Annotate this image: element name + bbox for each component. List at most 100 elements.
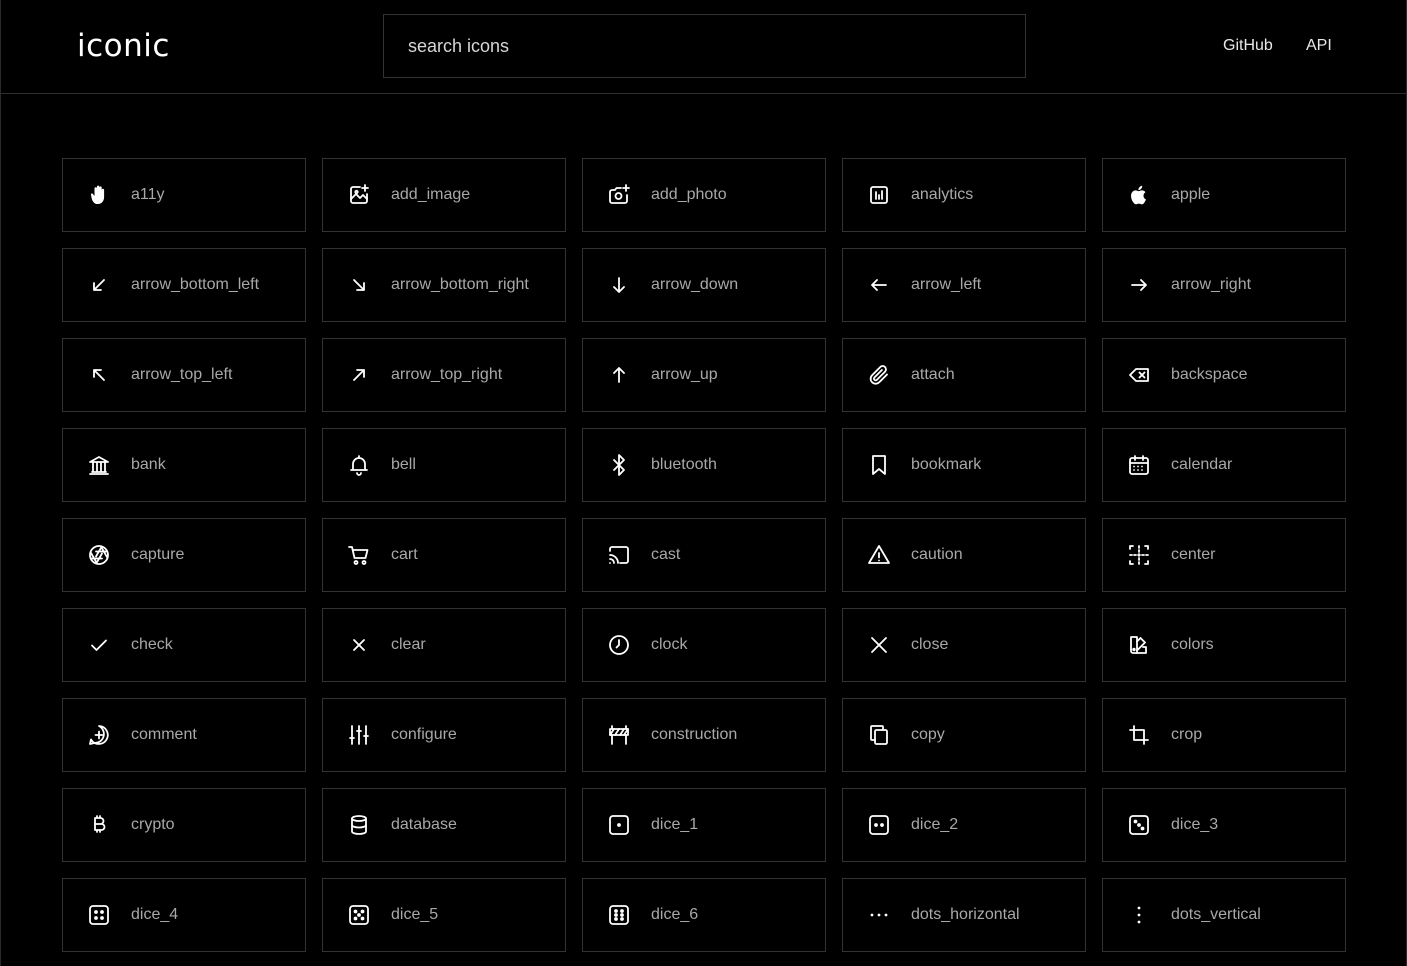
icon-card-add-image[interactable]: add_image (322, 158, 566, 232)
warning-triangle-icon (867, 543, 891, 567)
dice-2-icon (867, 813, 891, 837)
icon-card-cart[interactable]: cart (322, 518, 566, 592)
sliders-icon (347, 723, 371, 747)
clock-icon (607, 633, 631, 657)
check-icon (87, 633, 111, 657)
apple-icon (1127, 183, 1151, 207)
icon-card-arrow-bottom-left[interactable]: arrow_bottom_left (62, 248, 306, 322)
center-icon (1127, 543, 1151, 567)
analytics-icon (867, 183, 891, 207)
icon-card-label: dots_horizontal (911, 906, 1020, 923)
icon-card-center[interactable]: center (1102, 518, 1346, 592)
icon-card-comment[interactable]: comment (62, 698, 306, 772)
icon-card-dots-horizontal[interactable]: dots_horizontal (842, 878, 1086, 952)
icon-card-label: caution (911, 546, 963, 563)
nav-link-github[interactable]: GitHub (1223, 36, 1273, 56)
icon-card-construction[interactable]: construction (582, 698, 826, 772)
icon-card-backspace[interactable]: backspace (1102, 338, 1346, 412)
barrier-icon (607, 723, 631, 747)
icon-card-clear[interactable]: clear (322, 608, 566, 682)
clear-x-icon (347, 633, 371, 657)
icon-card-dice-6[interactable]: dice_6 (582, 878, 826, 952)
icon-card-bluetooth[interactable]: bluetooth (582, 428, 826, 502)
icon-card-bookmark[interactable]: bookmark (842, 428, 1086, 502)
icon-card-dice-1[interactable]: dice_1 (582, 788, 826, 862)
close-x-icon (867, 633, 891, 657)
hand-icon (87, 183, 111, 207)
add-photo-icon (607, 183, 631, 207)
copy-icon (867, 723, 891, 747)
icon-card-label: attach (911, 366, 955, 383)
arrow-right-icon (1127, 273, 1151, 297)
icon-card-attach[interactable]: attach (842, 338, 1086, 412)
aperture-icon (87, 543, 111, 567)
icon-card-caution[interactable]: caution (842, 518, 1086, 592)
icon-card-label: check (131, 636, 173, 653)
icon-card-bank[interactable]: bank (62, 428, 306, 502)
bell-icon (347, 453, 371, 477)
icon-card-label: arrow_down (651, 276, 739, 293)
icon-card-label: arrow_bottom_left (131, 276, 260, 293)
icon-card-arrow-up[interactable]: arrow_up (582, 338, 826, 412)
icon-card-label: crop (1171, 726, 1203, 743)
paperclip-icon (867, 363, 891, 387)
icon-card-cast[interactable]: cast (582, 518, 826, 592)
icon-card-add-photo[interactable]: add_photo (582, 158, 826, 232)
dots-horizontal-icon (867, 903, 891, 927)
icon-card-label: bookmark (911, 456, 982, 473)
icon-card-colors[interactable]: colors (1102, 608, 1346, 682)
icon-card-analytics[interactable]: analytics (842, 158, 1086, 232)
icon-card-database[interactable]: database (322, 788, 566, 862)
icon-card-arrow-top-right[interactable]: arrow_top_right (322, 338, 566, 412)
icon-card-crop[interactable]: crop (1102, 698, 1346, 772)
icon-card-clock[interactable]: clock (582, 608, 826, 682)
icon-card-label: apple (1171, 186, 1211, 203)
icon-card-a11y[interactable]: a11y (62, 158, 306, 232)
icon-card-crypto[interactable]: crypto (62, 788, 306, 862)
logo[interactable]: iconic (77, 27, 170, 65)
arrow-down-icon (607, 273, 631, 297)
nav-link-api[interactable]: API (1306, 36, 1332, 56)
icon-card-bell[interactable]: bell (322, 428, 566, 502)
icon-card-label: add_image (391, 186, 471, 203)
calendar-icon (1127, 453, 1151, 477)
icon-grid: a11y add_image add_photo analytics apple arro… (62, 158, 1346, 952)
icon-card-capture[interactable]: capture (62, 518, 306, 592)
icon-card-label: cart (391, 546, 418, 563)
icon-card-dice-3[interactable]: dice_3 (1102, 788, 1346, 862)
icon-card-close[interactable]: close (842, 608, 1086, 682)
icon-card-label: clear (391, 636, 426, 653)
icon-card-arrow-left[interactable]: arrow_left (842, 248, 1086, 322)
bluetooth-icon (607, 453, 631, 477)
icon-card-copy[interactable]: copy (842, 698, 1086, 772)
search-input[interactable] (383, 14, 1026, 78)
backspace-icon (1127, 363, 1151, 387)
dice-6-icon (607, 903, 631, 927)
icon-card-dots-vertical[interactable]: dots_vertical (1102, 878, 1346, 952)
icon-card-dice-4[interactable]: dice_4 (62, 878, 306, 952)
icon-card-label: center (1171, 546, 1216, 563)
icon-card-check[interactable]: check (62, 608, 306, 682)
icon-card-arrow-top-left[interactable]: arrow_top_left (62, 338, 306, 412)
icon-card-arrow-down[interactable]: arrow_down (582, 248, 826, 322)
icon-card-apple[interactable]: apple (1102, 158, 1346, 232)
database-icon (347, 813, 371, 837)
icon-card-calendar[interactable]: calendar (1102, 428, 1346, 502)
icon-card-label: colors (1171, 636, 1214, 653)
icon-card-label: arrow_up (651, 366, 718, 383)
arrow-bottom-right-icon (347, 273, 371, 297)
icon-card-arrow-bottom-right[interactable]: arrow_bottom_right (322, 248, 566, 322)
icon-card-dice-5[interactable]: dice_5 (322, 878, 566, 952)
page: iconic GitHub API a11y add_image add_photo… (0, 0, 1407, 966)
icon-card-arrow-right[interactable]: arrow_right (1102, 248, 1346, 322)
icon-card-label: dice_6 (651, 906, 699, 923)
icon-card-label: dice_2 (911, 816, 959, 833)
bitcoin-icon (87, 813, 111, 837)
icon-card-label: dice_4 (131, 906, 179, 923)
comment-plus-icon (87, 723, 111, 747)
icon-card-label: cast (651, 546, 681, 563)
icon-card-dice-2[interactable]: dice_2 (842, 788, 1086, 862)
icon-card-label: dots_vertical (1171, 906, 1261, 923)
icon-card-label: arrow_left (911, 276, 982, 293)
icon-card-configure[interactable]: configure (322, 698, 566, 772)
